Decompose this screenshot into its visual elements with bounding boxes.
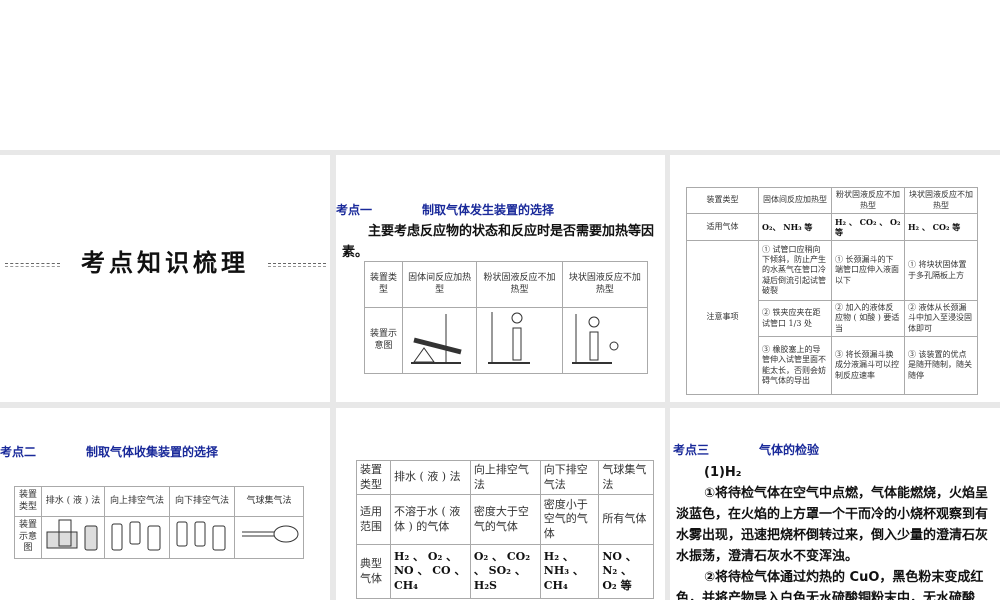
cell: H₂ 、 NH₃ 、 CH₄ xyxy=(539,544,600,599)
cell: NO 、 N₂ 、 O₂ 等 xyxy=(598,544,654,599)
balloon-collection-icon xyxy=(234,516,304,559)
cell: ① 长颈漏斗的下端管口应伸入液面以下 xyxy=(831,240,905,301)
cell: 排水 ( 液 ) 法 xyxy=(41,486,105,517)
cell: ① 试管口应稍向下倾斜，防止产生的水蒸气在管口冷凝后倒流引起试管破裂 xyxy=(758,240,832,301)
paragraph: ①将待检气体在空气中点燃，气体能燃烧，火焰呈淡蓝色，在火焰的上方罩一个干而冷的小… xyxy=(676,486,989,564)
cell: ③ 将长颈漏斗换成分液漏斗可以控制反应速率 xyxy=(831,336,905,395)
cell: 典型气体 xyxy=(356,544,391,599)
slide-title: 考点知识梳理 xyxy=(81,249,249,277)
cell: 所有气体 xyxy=(598,494,654,545)
cell: 装置示意图 xyxy=(364,307,403,374)
cell: ① 将块状固体置于多孔隔板上方 xyxy=(904,240,978,301)
heating-apparatus-icon xyxy=(401,307,478,374)
generator-table: 装置类型 固体间反应加热型 粉状固液反应不加热型 块状固液反应不加热型 装置示意图 xyxy=(364,261,649,374)
cell: 向下排空气法 xyxy=(169,486,235,517)
cell: ③ 橡胶塞上的导管伸入试管里面不能太长，否则会妨碍气体的导出 xyxy=(758,336,832,395)
cell: 装置类型 xyxy=(686,187,759,214)
collection-scope-table: 装置类型 排水 ( 液 ) 法向上排空气法 向下排空气法 气球集气法 适用范围 不溶于水… xyxy=(356,460,654,599)
subheading: (1)H₂ xyxy=(704,465,742,480)
cell: O₂、 NH₃ 等 xyxy=(758,213,832,241)
cell: 不溶于水 ( 液体 ) 的气体 xyxy=(390,494,471,545)
cell: ② 液体从长颈漏斗中加入至浸没固体即可 xyxy=(904,300,978,337)
cell: H₂ 、 CO₂ 、 O₂ 等 xyxy=(831,213,905,241)
section-heading: 考点一 制取气体发生装置的选择 xyxy=(336,201,554,218)
section-heading: 考点三 气体的检验 xyxy=(673,441,819,458)
paragraph: ②将待检气体通过灼热的 CuO，黑色粉末变成红色，并将产物导入白色无水硫酸铜粉末… xyxy=(676,570,984,600)
cell: 粉状固液反应不加热型 xyxy=(831,187,905,214)
downward-air-displacement-icon xyxy=(169,516,235,559)
cell: 固体间反应加热型 xyxy=(401,261,478,308)
cell: 粉状固液反应不加热型 xyxy=(476,261,563,308)
slide-thumbnail-4[interactable]: 考点二 制取气体收集装置的选择 装置类型 排水 ( 液 ) 法向上排空气法 向下排空气… xyxy=(0,408,330,600)
cell: 装置类型 xyxy=(364,261,403,308)
heading-number: 考点一 xyxy=(336,203,373,217)
cell: 装置示意图 xyxy=(14,516,42,559)
upward-air-displacement-icon xyxy=(104,516,170,559)
funnel-apparatus-icon xyxy=(476,307,563,374)
section-heading: 考点二 制取气体收集装置的选择 xyxy=(0,443,218,460)
intro-text: 主要考虑反应物的状态和反应时是否需要加热等因素。 xyxy=(342,224,655,260)
cell: ③ 该装置的优点是随开随制，随关随停 xyxy=(904,336,978,395)
cell: ② 铁夹应夹在距试管口 1/3 处 xyxy=(758,300,832,337)
collection-table: 装置类型 排水 ( 液 ) 法向上排空气法 向下排空气法 气球集气法 装置示意图 xyxy=(14,486,304,559)
water-displacement-icon xyxy=(41,516,105,559)
slide-thumbnail-5[interactable]: 装置类型 排水 ( 液 ) 法向上排空气法 向下排空气法 气球集气法 适用范围 不溶于水… xyxy=(336,408,665,600)
porous-plate-apparatus-icon xyxy=(561,307,649,374)
cell: H₂ 、 CO₂ 等 xyxy=(904,213,978,241)
heading-number: 考点三 xyxy=(673,443,710,457)
heading-text: 制取气体收集装置的选择 xyxy=(86,445,219,459)
cell: 块状固液反应不加热型 xyxy=(904,187,978,214)
cell: 块状固液反应不加热型 xyxy=(561,261,649,308)
cell: 密度小于空气的气体 xyxy=(539,494,600,545)
cell: 适用气体 xyxy=(686,213,759,241)
cell: 装置类型 xyxy=(356,460,391,495)
cell: 向下排空气法 xyxy=(539,460,600,495)
cell: ② 加入的液体反应物 ( 如酸 ) 要适当 xyxy=(831,300,905,337)
cell: 适用范围 xyxy=(356,494,391,545)
heading-number: 考点二 xyxy=(0,445,37,459)
generator-notes-table: 装置类型 固体间反应加热型 粉状固液反应不加热型 块状固液反应不加热型 适用气体 O₂、… xyxy=(686,187,978,395)
heading-text: 制取气体发生装置的选择 xyxy=(422,203,555,217)
divider xyxy=(268,263,326,267)
cell: 注意事项 xyxy=(686,240,759,395)
heading-text: 气体的检验 xyxy=(759,443,820,457)
slide-thumbnail-3[interactable]: 装置类型 固体间反应加热型 粉状固液反应不加热型 块状固液反应不加热型 适用气体 O₂、… xyxy=(670,155,1000,402)
cell: 向上排空气法 xyxy=(104,486,170,517)
slide-thumbnail-6[interactable]: 考点三 气体的检验 (1)H₂ ①将待检气体在空气中点燃，气体能燃烧，火焰呈淡蓝色… xyxy=(670,408,1000,600)
slide-thumbnail-2[interactable]: 考点一 制取气体发生装置的选择 主要考虑反应物的状态和反应时是否需要加热等因素。 … xyxy=(336,155,665,402)
cell: 向上排空气法 xyxy=(469,460,541,495)
cell: 固体间反应加热型 xyxy=(758,187,832,214)
cell: 气球集气法 xyxy=(234,486,304,517)
cell: O₂ 、 CO₂ 、 SO₂ 、 H₂S xyxy=(469,544,541,599)
cell: 装置类型 xyxy=(14,486,42,517)
cell: 排水 ( 液 ) 法 xyxy=(390,460,471,495)
cell: 密度大于空气的气体 xyxy=(469,494,541,545)
slide-thumbnail-1[interactable]: 考点知识梳理 xyxy=(0,155,330,402)
cell: H₂ 、 O₂ 、 NO 、 CO 、 CH₄ xyxy=(390,544,471,599)
cell: 气球集气法 xyxy=(598,460,654,495)
